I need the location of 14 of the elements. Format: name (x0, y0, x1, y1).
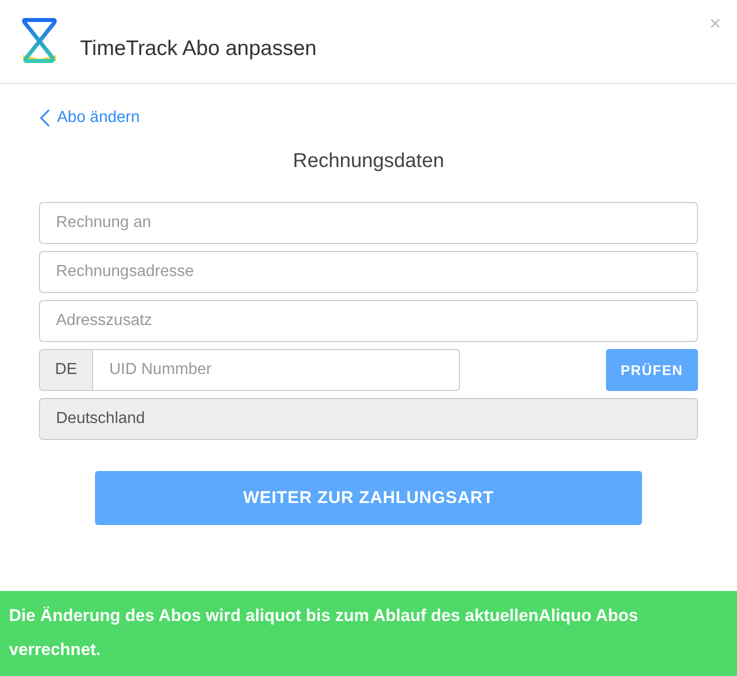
window-title: TimeTrack Abo anpassen (80, 36, 317, 62)
chevron-left-icon (39, 108, 51, 128)
text-field[interactable]: Rechnung an (39, 202, 698, 244)
country-prefix: DE (39, 349, 94, 391)
section-title: Rechnungsdaten (292, 149, 444, 174)
uid-field[interactable]: UID Nummber (93, 349, 460, 391)
hourglass-icon (20, 16, 58, 64)
text-field[interactable]: Adresszusatz (39, 300, 698, 342)
text-field[interactable]: Rechnungsadresse (39, 251, 698, 293)
continue-button[interactable]: WEITER ZUR ZAHLUNGSART (95, 471, 642, 525)
close-button[interactable]: × (709, 14, 721, 34)
notice-message: Die Änderung des Abos wird aliquot bis zum Ablauf des aktuellenAliquo Abos verrechnet. (9, 605, 640, 661)
back-link[interactable]: Abo ändern (39, 106, 140, 130)
verify-button[interactable]: PRÜFEN (606, 349, 698, 391)
